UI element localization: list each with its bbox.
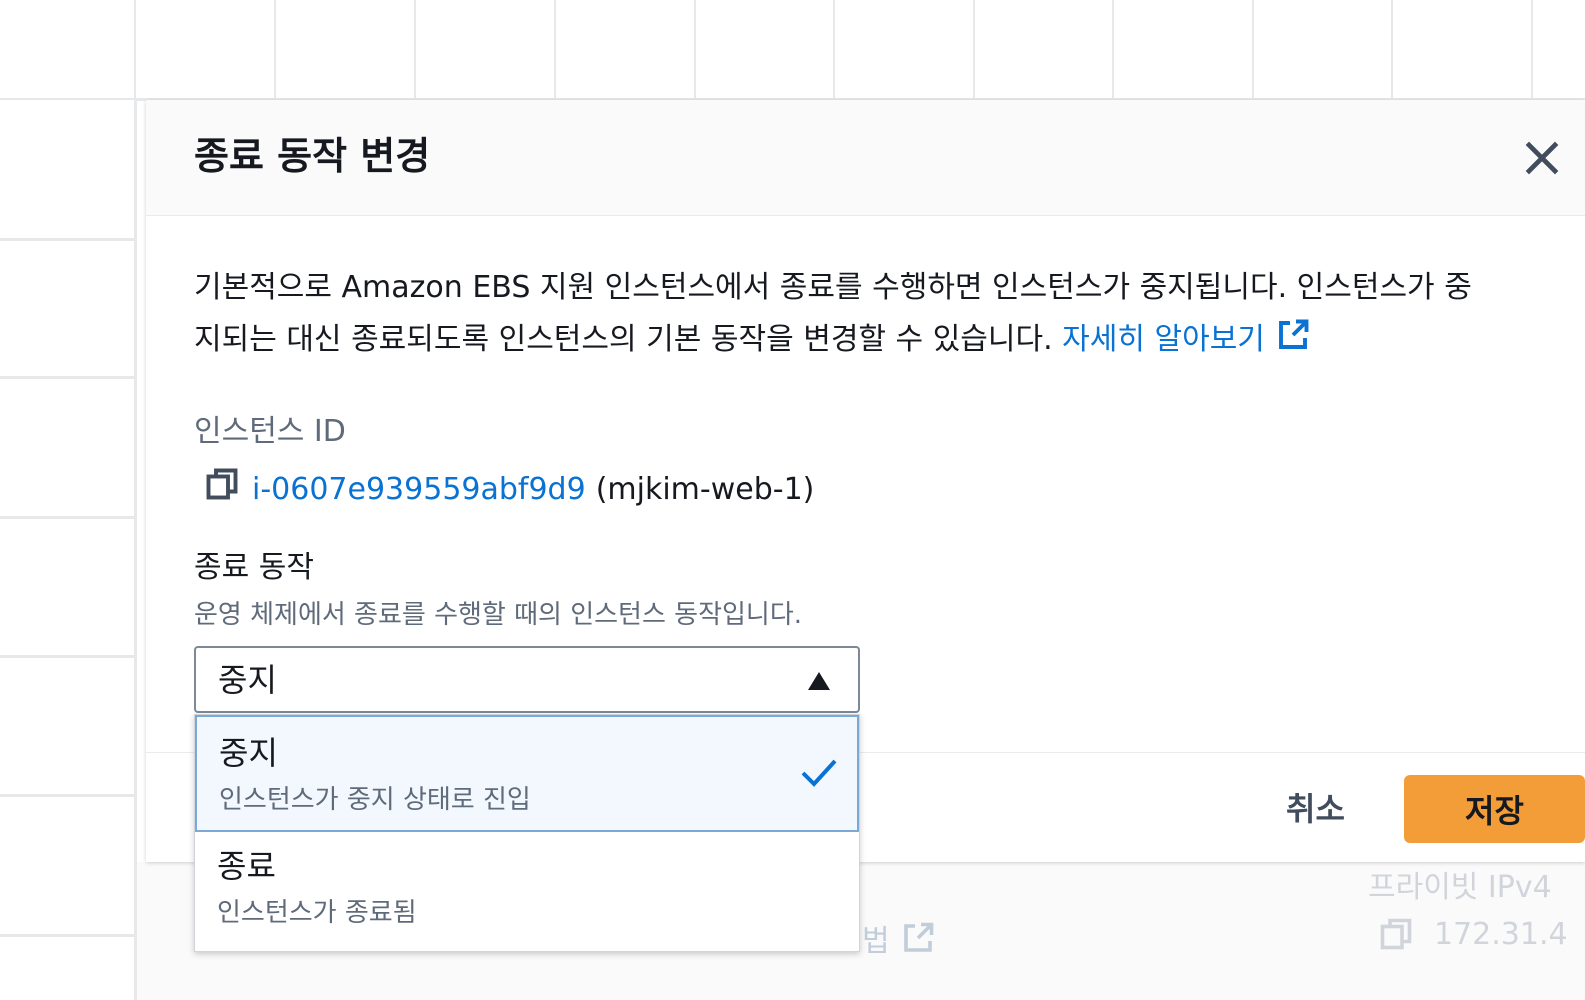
shutdown-behavior-label: 종료 동작 [194, 550, 314, 585]
save-button[interactable]: 저장 [1404, 775, 1585, 843]
copy-icon [1380, 918, 1412, 950]
background-ipv4-label: 프라이빗 IPv4 [1368, 870, 1552, 905]
learn-more-label: 자세히 알아보기 [1062, 322, 1265, 357]
external-link-icon [1278, 319, 1309, 349]
external-link-icon [903, 922, 933, 952]
instance-id-link[interactable]: i-0607e939559abf9d9 [252, 470, 586, 510]
screen: 법 프라이빗 IPv4 172.31.4 종료 동작 변경 취소 저장 기본적으… [0, 0, 1585, 1000]
modal-header: 종료 동작 변경 [146, 100, 1585, 216]
checkmark-icon [801, 759, 837, 787]
learn-more-link[interactable]: 자세히 알아보기 [1062, 319, 1311, 357]
background-ip-text: 172.31.4 [1434, 916, 1568, 952]
background-link: 법 [862, 916, 936, 960]
select-value: 중지 [218, 661, 277, 699]
option-description: 인스턴스가 종료됨 [217, 898, 417, 928]
modal-title: 종료 동작 변경 [194, 134, 431, 178]
background-grid [0, 0, 1585, 100]
description-line-1: 기본적으로 Amazon EBS 지원 인스턴스에서 종료를 수행하면 인스턴스… [194, 270, 1472, 305]
option-description: 인스턴스가 중지 상태로 진입 [219, 785, 531, 815]
background-link-text: 법 [862, 924, 890, 959]
option-terminate[interactable]: 종료 인스턴스가 종료됨 [195, 832, 859, 952]
shutdown-behavior-description: 운영 체제에서 종료를 수행할 때의 인스턴스 동작입니다. [194, 600, 803, 630]
shutdown-behavior-select[interactable]: 중지 [194, 646, 860, 713]
instance-id-label: 인스턴스 ID [194, 414, 346, 449]
option-title: 종료 [217, 847, 276, 885]
copy-button[interactable] [204, 466, 240, 513]
background-ip-value: 172.31.4 [1378, 916, 1568, 952]
description-line-2-text: 지되는 대신 종료되도록 인스턴스의 기본 동작을 변경할 수 있습니다. [194, 322, 1053, 357]
caret-up-icon [808, 672, 830, 690]
instance-id-row: i-0607e939559abf9d9 (mjkim-web-1) [204, 466, 814, 513]
option-stop[interactable]: 중지 인스턴스가 중지 상태로 진입 [195, 715, 859, 832]
option-title: 중지 [219, 734, 278, 772]
background-left-column [0, 100, 134, 1000]
close-icon [1525, 141, 1559, 175]
modal-description: 기본적으로 Amazon EBS 지원 인스턴스에서 종료를 수행하면 인스턴스… [194, 262, 1574, 366]
copy-icon [206, 468, 238, 500]
close-button[interactable] [1520, 136, 1564, 180]
cancel-button[interactable]: 취소 [1286, 789, 1345, 829]
description-line-2: 지되는 대신 종료되도록 인스턴스의 기본 동작을 변경할 수 있습니다. 자세… [194, 314, 1574, 366]
select-dropdown: 중지 인스턴스가 중지 상태로 진입 종료 인스턴스가 종료됨 [194, 714, 860, 952]
instance-name: (mjkim-web-1) [595, 471, 815, 507]
